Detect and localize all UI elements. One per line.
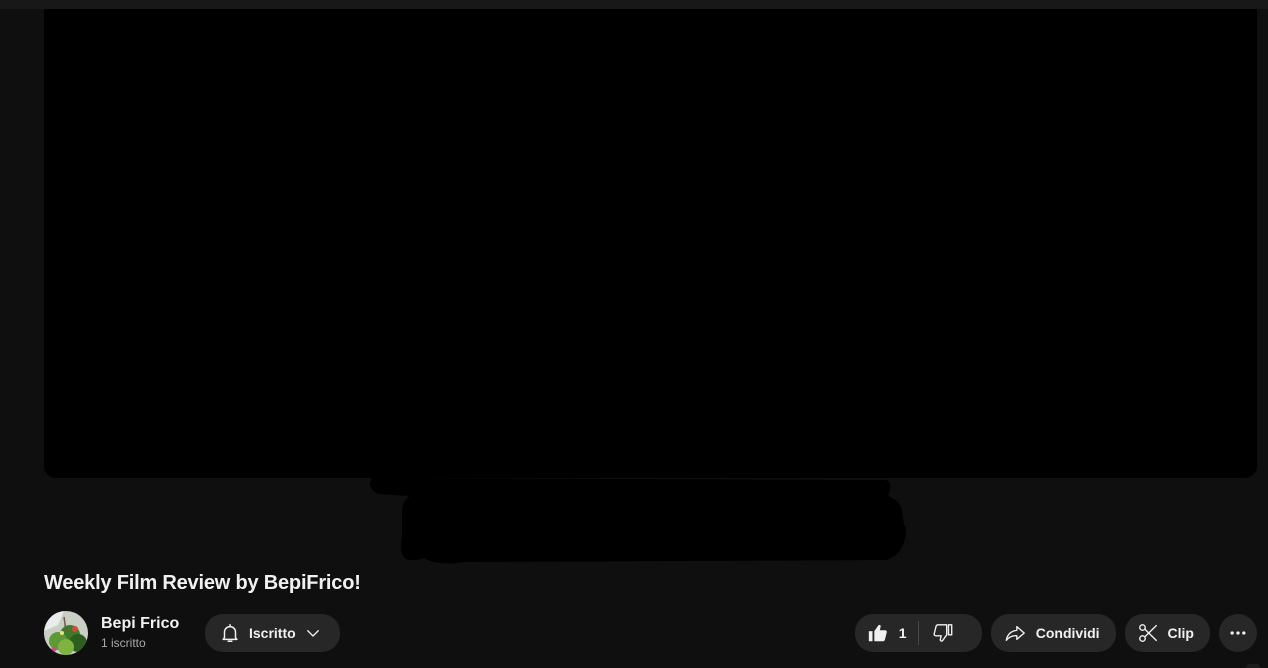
share-label: Condividi	[1035, 625, 1100, 641]
channel-avatar[interactable]	[44, 611, 88, 655]
like-count: 1	[898, 625, 907, 641]
more-horizontal-icon	[1228, 623, 1248, 643]
clip-button[interactable]: Clip	[1124, 614, 1210, 652]
dislike-button[interactable]	[919, 614, 972, 652]
channel-info: Bepi Frico 1 iscritto	[101, 614, 205, 652]
chevron-down-icon	[304, 624, 322, 642]
clip-label: Clip	[1167, 625, 1194, 641]
share-button[interactable]: Condividi	[990, 614, 1116, 652]
scissors-icon	[1137, 622, 1159, 644]
thumbs-down-icon	[932, 622, 954, 644]
thumbs-up-icon	[867, 622, 889, 644]
like-dislike-group: 1	[854, 614, 982, 652]
share-arrow-icon	[1003, 622, 1027, 644]
video-title: Weekly Film Review by BepiFrico!	[44, 572, 361, 594]
channel-owner: Bepi Frico 1 iscritto Iscritto	[44, 610, 340, 656]
redaction-scribble	[370, 478, 906, 564]
more-actions-button[interactable]	[1219, 614, 1257, 652]
avatar-image	[44, 611, 88, 655]
subscribed-button[interactable]: Iscritto	[205, 614, 340, 652]
bell-icon	[219, 622, 241, 644]
watch-page: Weekly Film Review by BepiFrico! Bepi Fr…	[0, 0, 1268, 668]
subscribe-label: Iscritto	[249, 625, 296, 641]
video-actions: 1 Condividi Clip	[854, 614, 1257, 652]
video-player[interactable]	[44, 9, 1257, 478]
like-button[interactable]: 1	[855, 614, 918, 652]
subscriber-count: 1 iscritto	[101, 636, 146, 650]
masthead-edge	[0, 0, 1268, 9]
corner-edge	[1246, 664, 1260, 668]
channel-name[interactable]: Bepi Frico	[101, 614, 205, 634]
